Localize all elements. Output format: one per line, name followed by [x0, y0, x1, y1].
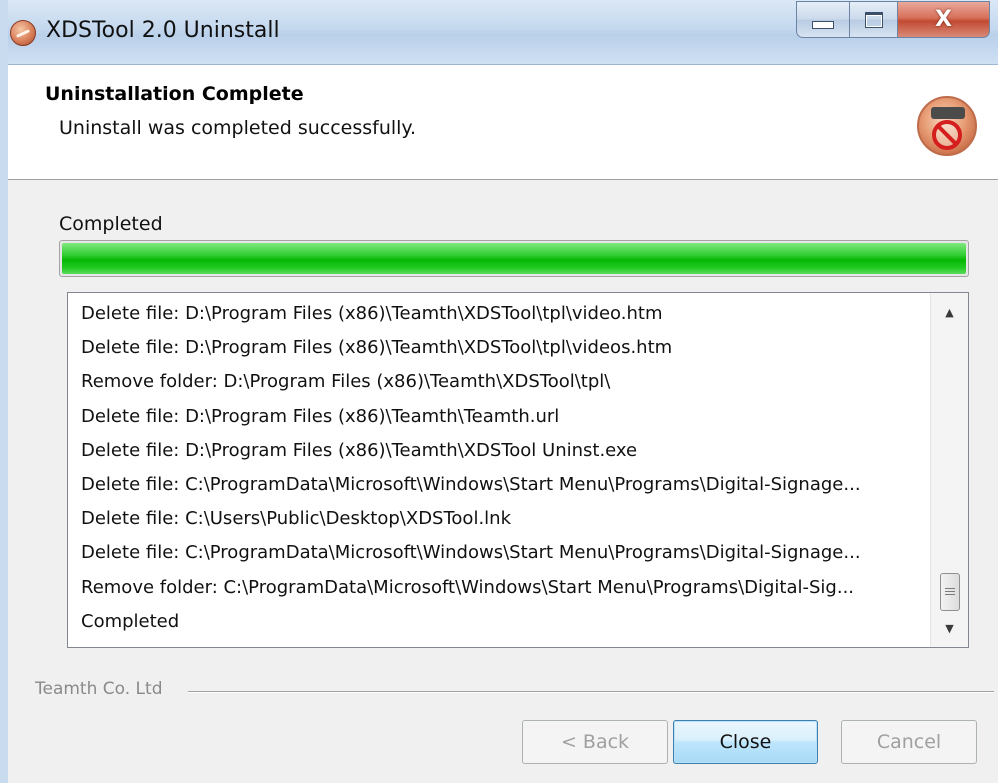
- close-window-button[interactable]: X: [898, 1, 990, 38]
- minimize-button[interactable]: [796, 1, 850, 38]
- close-button[interactable]: Close: [673, 720, 818, 764]
- icon-label-strip: [931, 107, 965, 119]
- log-line: Delete file: D:\Program Files (x86)\Team…: [81, 439, 638, 461]
- cancel-button[interactable]: Cancel: [841, 720, 977, 764]
- log-line: Completed: [81, 610, 180, 632]
- page-title: Uninstallation Complete: [45, 83, 304, 105]
- header-panel: Uninstallation Complete Uninstall was co…: [8, 65, 998, 180]
- log-line: Delete file: C:\ProgramData\Microsoft\Wi…: [81, 542, 861, 564]
- uninstall-icon: [917, 96, 977, 156]
- maximize-button[interactable]: [850, 1, 898, 38]
- vertical-scrollbar[interactable]: ▲ ▼: [930, 293, 968, 647]
- page-subtitle: Uninstall was completed successfully.: [59, 117, 417, 139]
- maximize-icon: [864, 11, 883, 28]
- progress-bar: [59, 240, 969, 277]
- log-line: Delete file: C:\Users\Public\Desktop\XDS…: [81, 508, 511, 530]
- log-line: Delete file: C:\ProgramData\Microsoft\Wi…: [81, 474, 861, 495]
- no-sign-icon: [932, 120, 962, 150]
- branding-text: Teamth Co. Ltd: [35, 679, 173, 699]
- back-button[interactable]: < Back: [522, 720, 668, 764]
- log-line: Remove folder: D:\Program Files (x86)\Te…: [81, 371, 611, 393]
- scroll-up-arrow-icon[interactable]: ▲: [931, 295, 968, 329]
- status-label: Completed: [59, 213, 163, 235]
- close-icon: X: [935, 7, 952, 32]
- window-title: XDSTool 2.0 Uninstall: [46, 18, 280, 43]
- scroll-down-arrow-icon[interactable]: ▼: [931, 611, 968, 645]
- grip-icon: [945, 587, 955, 597]
- app-icon[interactable]: [10, 20, 36, 46]
- minimize-icon: [812, 20, 834, 29]
- details-log[interactable]: Delete file: D:\Program Files (x86)\Team…: [67, 292, 969, 648]
- log-line: Remove folder: C:\ProgramData\Microsoft\…: [81, 576, 855, 598]
- log-line: Delete file: D:\Program Files (x86)\Team…: [81, 337, 673, 359]
- title-bar[interactable]: XDSTool 2.0 Uninstall X: [8, 0, 998, 65]
- scroll-thumb[interactable]: [940, 573, 960, 611]
- caption-buttons: X: [796, 1, 990, 38]
- log-line: Delete file: D:\Program Files (x86)\Team…: [81, 303, 663, 324]
- log-lines: Delete file: D:\Program Files (x86)\Team…: [68, 293, 930, 647]
- uninstall-window: XDSTool 2.0 Uninstall X Uninstallation C…: [0, 0, 998, 783]
- log-line: Delete file: D:\Program Files (x86)\Team…: [81, 405, 560, 427]
- progress-fill: [62, 243, 966, 274]
- branding-divider: [188, 691, 994, 693]
